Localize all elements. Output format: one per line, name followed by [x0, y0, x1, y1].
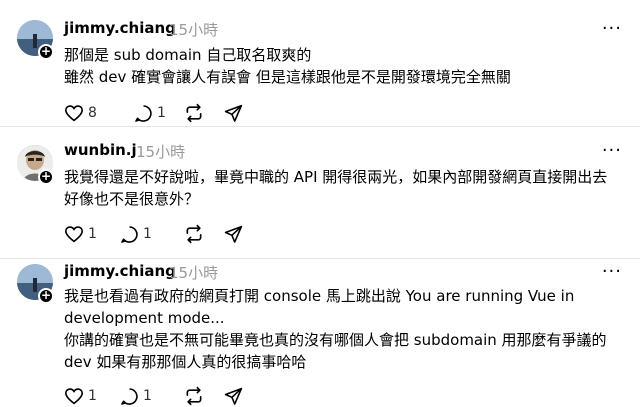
- comment-line: development mode...: [64, 309, 225, 327]
- comment-text: 我是也看過有政府的網頁打開 console 馬上跳出說 You are runn…: [64, 285, 624, 373]
- like-count: 8: [88, 105, 97, 121]
- reply-button[interactable]: 1: [120, 223, 152, 245]
- repost-icon: [186, 386, 202, 406]
- like-count: 1: [88, 226, 97, 242]
- repost-icon: [186, 103, 202, 123]
- like-count: 1: [88, 388, 97, 404]
- comment-line: 好像也不是很意外？: [64, 190, 200, 208]
- comment-line: dev 如果有那那個人真的很搞事哈哈: [64, 353, 307, 371]
- reply-count: 1: [157, 105, 166, 121]
- more-options-icon[interactable]: ···: [602, 261, 622, 282]
- more-options-icon[interactable]: ···: [602, 18, 622, 39]
- reply-button[interactable]: 1: [134, 102, 166, 124]
- timestamp: 15小時: [136, 143, 186, 161]
- comment-post: + wunbin.j 15小時 ··· 我覺得還是不好說啦，畢竟中職的 API …: [0, 126, 640, 258]
- comment-text: 我覺得還是不好說啦，畢竟中職的 API 開得很兩光，如果內部開發網頁直接開出去 …: [64, 166, 624, 210]
- comment-post: + jimmy.chiang 15小時 ··· 我是也看過有政府的網頁打開 co…: [0, 258, 640, 407]
- follow-plus-icon[interactable]: +: [38, 169, 54, 185]
- like-button[interactable]: 8: [64, 102, 97, 124]
- comment-thread: + jimmy.chiang 15小時 ··· 那個是 sub domain 自…: [0, 0, 640, 407]
- share-button[interactable]: [224, 102, 243, 124]
- heart-icon: [64, 105, 84, 122]
- reply-button[interactable]: 1: [120, 385, 152, 407]
- reply-count: 1: [143, 388, 152, 404]
- comment-post: + jimmy.chiang 15小時 ··· 那個是 sub domain 自…: [0, 0, 640, 126]
- comment-line: 那個是 sub domain 自己取名取爽的: [64, 46, 312, 64]
- share-button[interactable]: [224, 385, 243, 407]
- timestamp: 15小時: [169, 21, 219, 39]
- follow-plus-icon[interactable]: +: [38, 288, 54, 304]
- more-options-icon[interactable]: ···: [602, 140, 622, 161]
- comment-icon: [121, 387, 138, 405]
- comment-icon: [135, 104, 152, 122]
- repost-button[interactable]: [184, 223, 204, 245]
- comment-line: 我覺得還是不好說啦，畢竟中職的 API 開得很兩光，如果內部開發網頁直接開出去: [64, 168, 608, 186]
- comment-text: 那個是 sub domain 自己取名取爽的 雖然 dev 確實會讓人有誤會 但…: [64, 44, 624, 88]
- reply-count: 1: [143, 226, 152, 242]
- username[interactable]: jimmy.chiang: [64, 262, 176, 280]
- share-icon: [224, 104, 243, 122]
- like-button[interactable]: 1: [64, 223, 97, 245]
- follow-plus-icon[interactable]: +: [38, 44, 54, 60]
- share-icon: [224, 387, 243, 405]
- comment-icon: [121, 225, 138, 243]
- username[interactable]: wunbin.j: [64, 141, 137, 159]
- repost-button[interactable]: [184, 102, 204, 124]
- timestamp: 15小時: [169, 264, 219, 282]
- username[interactable]: jimmy.chiang: [64, 19, 176, 37]
- heart-icon: [64, 388, 84, 405]
- share-button[interactable]: [224, 223, 243, 245]
- repost-button[interactable]: [184, 385, 204, 407]
- share-icon: [224, 225, 243, 243]
- comment-line: 雖然 dev 確實會讓人有誤會 但是這樣跟他是不是開發環境完全無關: [64, 68, 511, 86]
- heart-icon: [64, 226, 84, 243]
- comment-line: 你講的確實也是不無可能畢竟也真的沒有哪個人會把 subdomain 用那麼有爭議…: [64, 331, 607, 349]
- like-button[interactable]: 1: [64, 385, 97, 407]
- comment-line: 我是也看過有政府的網頁打開 console 馬上跳出說 You are runn…: [64, 287, 575, 305]
- repost-icon: [186, 224, 202, 244]
